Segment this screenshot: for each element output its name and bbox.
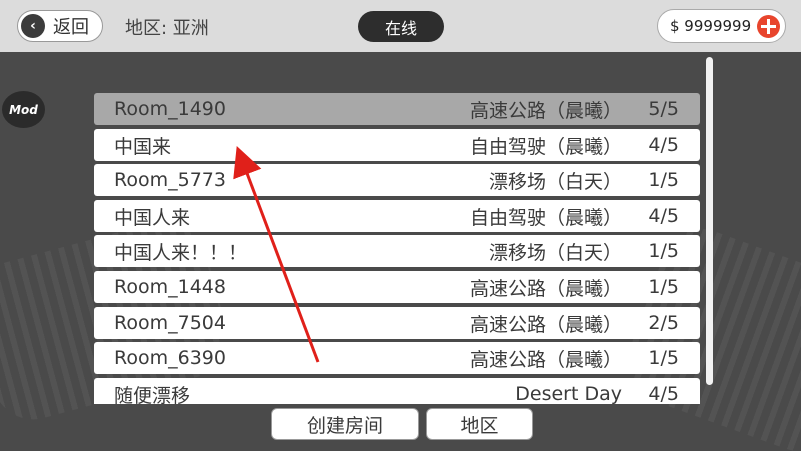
room-name: 随便漂移: [114, 384, 191, 405]
room-name: Room_5773: [114, 169, 226, 191]
room-row[interactable]: 随便漂移 Desert Day 4/5: [94, 378, 700, 404]
back-label: 返回: [53, 17, 89, 38]
room-list: Room_1490 高速公路（晨曦） 5/5 中国来 自由驾驶（晨曦） 4/5 Room_5…: [94, 93, 700, 404]
create-room-button[interactable]: 创建房间: [271, 408, 419, 440]
room-name: 中国人来: [114, 206, 191, 229]
room-name: 中国人来！！！: [114, 241, 248, 264]
room-player-count: 1/5: [648, 276, 679, 298]
room-row[interactable]: Room_1490 高速公路（晨曦） 5/5: [94, 93, 700, 125]
room-map: 漂移场（白天）: [488, 241, 622, 264]
room-map: 高速公路（晨曦）: [469, 348, 622, 371]
room-row[interactable]: 中国来 自由驾驶（晨曦） 4/5: [94, 129, 700, 161]
room-name: Room_6390: [114, 347, 226, 369]
region-label: 地区: 亚洲: [125, 18, 209, 39]
tab-online[interactable]: 在线: [358, 11, 444, 42]
room-name: Room_1490: [114, 98, 226, 120]
room-name: Room_7504: [114, 312, 226, 334]
room-map: 自由驾驶（晨曦）: [469, 135, 622, 158]
top-bar: ‹ 返回 地区: 亚洲 在线 $ 9999999: [0, 0, 801, 52]
room-player-count: 4/5: [648, 134, 679, 156]
region-button[interactable]: 地区: [426, 408, 533, 440]
room-map: 漂移场（白天）: [488, 170, 622, 193]
room-map: Desert Day: [515, 383, 622, 404]
room-player-count: 4/5: [648, 205, 679, 227]
room-row[interactable]: Room_6390 高速公路（晨曦） 1/5: [94, 342, 700, 374]
room-player-count: 1/5: [648, 240, 679, 262]
room-row[interactable]: Room_7504 高速公路（晨曦） 2/5: [94, 307, 700, 339]
room-map: 自由驾驶（晨曦）: [469, 206, 622, 229]
room-name: Room_1448: [114, 276, 226, 298]
room-name: 中国来: [114, 135, 172, 158]
room-row[interactable]: Room_5773 漂移场（白天） 1/5: [94, 164, 700, 196]
back-button[interactable]: ‹ 返回: [17, 10, 103, 42]
room-player-count: 2/5: [648, 312, 679, 334]
money-amount: $ 9999999: [670, 17, 752, 35]
chevron-left-icon: ‹: [21, 14, 45, 38]
room-player-count: 5/5: [648, 98, 679, 120]
room-map: 高速公路（晨曦）: [469, 277, 622, 300]
room-list-scrollbar[interactable]: [706, 57, 713, 385]
room-map: 高速公路（晨曦）: [469, 99, 622, 122]
mod-button[interactable]: Mod: [2, 91, 45, 128]
room-map: 高速公路（晨曦）: [469, 313, 622, 336]
room-row[interactable]: Room_1448 高速公路（晨曦） 1/5: [94, 271, 700, 303]
room-row[interactable]: 中国人来！！！ 漂移场（白天） 1/5: [94, 235, 700, 267]
money-display[interactable]: $ 9999999: [657, 9, 786, 43]
room-player-count: 4/5: [648, 383, 679, 404]
room-row[interactable]: 中国人来 自由驾驶（晨曦） 4/5: [94, 200, 700, 232]
room-player-count: 1/5: [648, 347, 679, 369]
room-player-count: 1/5: [648, 169, 679, 191]
add-money-icon[interactable]: [757, 15, 780, 38]
